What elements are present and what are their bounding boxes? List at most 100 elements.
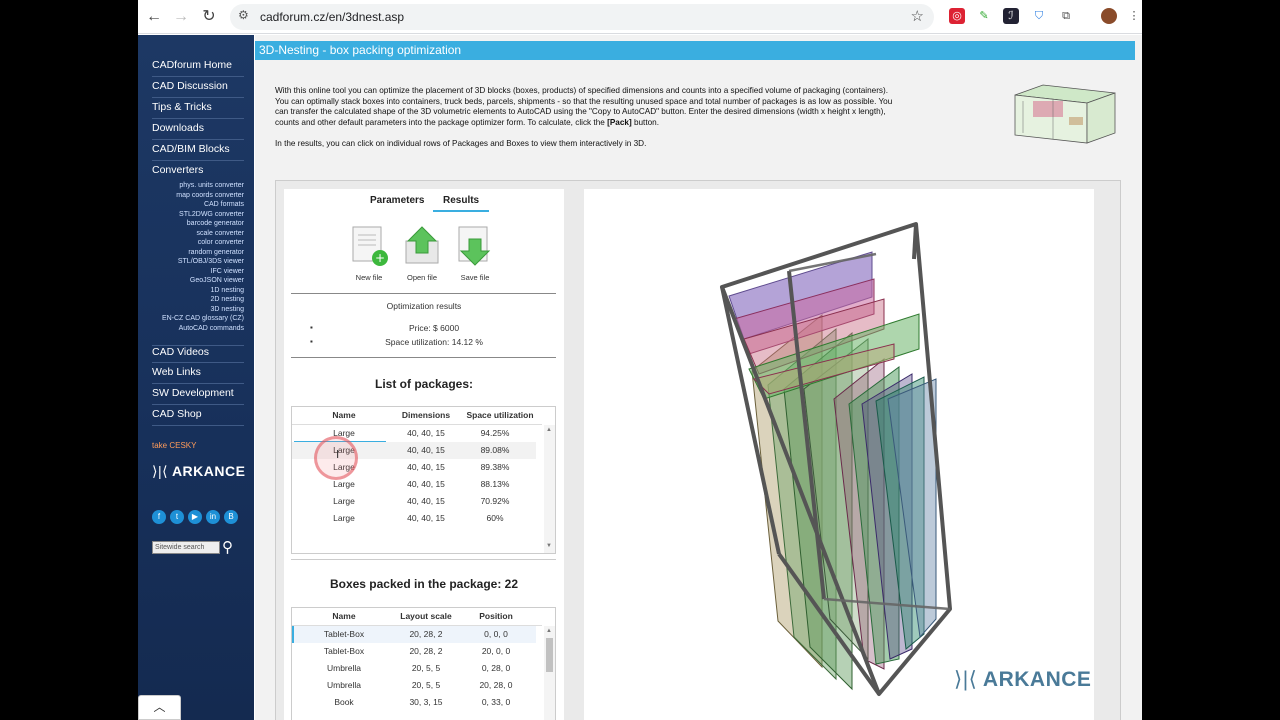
search-input[interactable]: Sitewide search <box>152 541 220 554</box>
menu-icon[interactable]: ⋮ <box>1126 8 1142 24</box>
facebook-icon[interactable]: f <box>152 510 166 524</box>
open-file-button[interactable]: Open file <box>400 225 444 282</box>
cell-dimensions: 40, 40, 15 <box>407 479 445 489</box>
divider <box>291 293 556 294</box>
twitter-icon[interactable]: t <box>170 510 184 524</box>
open-file-label: Open file <box>406 273 438 282</box>
search-icon[interactable]: ⚲ <box>222 538 233 556</box>
sidebar-item-downloads[interactable]: Downloads <box>152 122 244 140</box>
sidebar-subitem[interactable]: 3D nesting <box>211 306 244 313</box>
boxes-scrollbar[interactable]: ▲ <box>544 626 555 720</box>
sidebar-subitem[interactable]: IFC viewer <box>211 268 244 275</box>
divider <box>291 357 556 358</box>
cell-utilization: 60% <box>486 513 504 523</box>
table-row[interactable]: Large 40, 40, 15 70.92% <box>292 493 536 510</box>
price-result: Price: $ 6000 <box>310 323 554 333</box>
sidebar-subitem[interactable]: phys. units converter <box>179 182 244 189</box>
back-icon[interactable]: ← <box>143 6 165 28</box>
scroll-down-icon[interactable]: ▼ <box>546 543 552 549</box>
url-text[interactable]: cadforum.cz/en/3dnest.asp <box>260 10 404 24</box>
sidebar-subitem[interactable]: EN-CZ CAD glossary (CZ) <box>162 315 244 322</box>
sidebar-subitem[interactable]: AutoCAD commands <box>179 325 244 332</box>
tab-results[interactable]: Results <box>433 195 490 212</box>
sidebar-item-converters[interactable]: Converters <box>152 164 244 182</box>
sidebar-subitem[interactable]: scale converter <box>197 230 244 237</box>
sidebar-subitem[interactable]: STL/OBJ/3DS viewer <box>178 258 244 265</box>
sidebar-item-discussion[interactable]: CAD Discussion <box>152 80 244 98</box>
arkance-mark-icon: ⟩|⟨ <box>152 463 169 479</box>
watermark-text: ARKANCE <box>982 668 1092 691</box>
scroll-up-icon[interactable]: ▲ <box>546 628 552 634</box>
save-file-button[interactable]: Save file <box>453 225 497 282</box>
intro-hint: In the results, you can click on individ… <box>275 139 647 148</box>
scroll-up-icon[interactable]: ▲ <box>546 427 552 433</box>
blog-icon[interactable]: B <box>224 510 238 524</box>
site-info-icon[interactable]: ⚙ <box>238 8 249 22</box>
language-link[interactable]: take CESKY <box>152 441 196 450</box>
column-header[interactable]: Space utilization <box>460 410 540 420</box>
extension-icon[interactable]: ✎ <box>976 8 992 24</box>
sidebar-item-videos[interactable]: CAD Videos <box>152 345 244 363</box>
extension-icon[interactable]: ◎ <box>949 8 965 24</box>
arkance-mark-icon: ⟩|⟨ <box>954 668 978 691</box>
column-header[interactable]: Dimensions <box>392 410 460 420</box>
sidebar-item-shop[interactable]: CAD Shop <box>152 408 244 426</box>
bookmark-star-icon[interactable]: ☆ <box>911 7 924 25</box>
sidebar-subitem[interactable]: map coords converter <box>176 192 244 199</box>
arkance-logo[interactable]: ⟩|⟨ ARKANCE <box>152 463 245 480</box>
packages-scrollbar[interactable]: ▲ ▼ <box>544 425 555 553</box>
column-header[interactable]: Layout scale <box>388 611 464 621</box>
sidebar-item-tips[interactable]: Tips & Tricks <box>152 101 244 119</box>
puzzle-icon[interactable]: ⧉ <box>1058 8 1074 24</box>
extension-icon[interactable]: ℐ <box>1003 8 1019 24</box>
address-bar[interactable]: ⚙ cadforum.cz/en/3dnest.asp ☆ <box>230 4 934 30</box>
table-row[interactable]: Book 30, 3, 15 0, 33, 0 <box>292 694 536 711</box>
sidebar-item-blocks[interactable]: CAD/BIM Blocks <box>152 143 244 161</box>
new-file-button[interactable]: + New file <box>347 225 391 282</box>
sidebar-subitem[interactable]: 1D nesting <box>211 287 244 294</box>
column-header[interactable]: Name <box>316 611 372 621</box>
intro-text: With this online tool you can optimize t… <box>275 86 985 129</box>
sidebar-subitem[interactable]: STL2DWG converter <box>179 211 244 218</box>
cell-utilization: 94.25% <box>480 428 510 438</box>
table-row[interactable]: Umbrella 20, 5, 5 20, 28, 0 <box>292 677 536 694</box>
avatar[interactable] <box>1101 8 1117 24</box>
sidebar-item-sw[interactable]: SW Development <box>152 387 244 405</box>
sidebar-subitem[interactable]: 2D nesting <box>211 296 244 303</box>
youtube-icon[interactable]: ▶ <box>188 510 202 524</box>
reload-icon[interactable]: ↻ <box>198 6 220 28</box>
table-row[interactable]: Umbrella 20, 5, 5 0, 28, 0 <box>292 660 536 677</box>
cell-dimensions: 40, 40, 15 <box>407 513 445 523</box>
column-header[interactable]: Name <box>316 410 372 420</box>
arkance-watermark: ⟩|⟨ ARKANCE <box>954 667 1091 692</box>
sidebar-subitem[interactable]: color converter <box>198 239 244 246</box>
logo-text: ARKANCE <box>171 463 246 479</box>
cell-name: Tablet-Box <box>323 646 365 656</box>
cell-utilization: 89.08% <box>480 445 510 455</box>
3d-viewer[interactable]: ⟩|⟨ ARKANCE <box>584 189 1094 720</box>
sidebar-item-home[interactable]: CADforum Home <box>152 59 244 77</box>
table-row[interactable]: Tablet-Box 20, 28, 2 20, 0, 0 <box>292 643 536 660</box>
shield-icon[interactable]: ⛉ <box>1031 8 1047 24</box>
intro-line: You can optimally stack boxes into conta… <box>275 96 893 106</box>
sidebar-item-links[interactable]: Web Links <box>152 366 244 384</box>
scroll-top-button[interactable]: ︿ <box>138 695 181 720</box>
tab-parameters[interactable]: Parameters <box>370 195 424 206</box>
column-header[interactable]: Position <box>464 611 528 621</box>
table-row-selected[interactable]: Tablet-Box 20, 28, 2 0, 0, 0 <box>292 626 536 643</box>
boxes-table-header: Name Layout scale Position <box>292 608 542 626</box>
sidebar-subitem[interactable]: random generator <box>188 249 244 256</box>
scrollbar-thumb[interactable] <box>546 638 553 672</box>
sidebar-subitem[interactable]: GeoJSON viewer <box>190 277 244 284</box>
cell-name: Large <box>333 496 355 506</box>
cell-name: Large <box>333 513 355 523</box>
space-utilization-result: Space utilization: 14.12 % <box>310 337 554 347</box>
cell-name: Umbrella <box>326 663 361 673</box>
sidebar-subitem[interactable]: barcode generator <box>187 220 244 227</box>
packages-title: List of packages: <box>374 377 474 391</box>
cell-utilization: 88.13% <box>480 479 510 489</box>
forward-icon[interactable]: → <box>170 6 192 28</box>
linkedin-icon[interactable]: in <box>206 510 220 524</box>
sidebar-subitem[interactable]: CAD formats <box>204 201 244 208</box>
table-row[interactable]: Large 40, 40, 15 60% <box>292 510 536 527</box>
